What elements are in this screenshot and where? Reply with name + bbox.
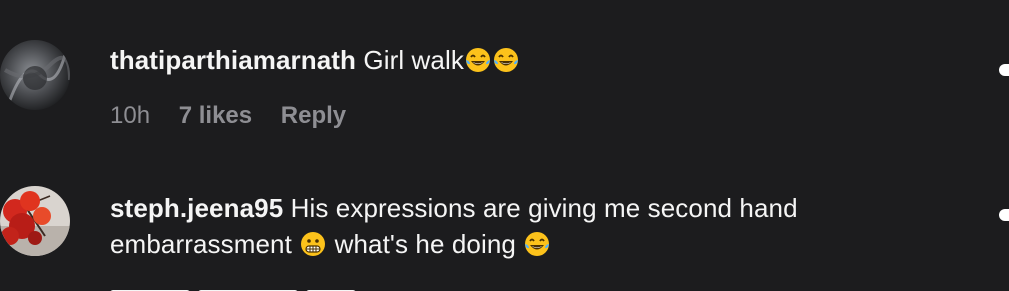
comment-item: steph.jeena95 His expressions are giving… bbox=[0, 150, 1009, 291]
grimacing-face-icon bbox=[301, 232, 326, 256]
comment-timestamp[interactable]: 10h bbox=[110, 102, 150, 129]
avatar[interactable] bbox=[0, 186, 70, 256]
face-with-tears-of-joy-icon bbox=[465, 48, 490, 72]
face-with-tears-of-joy-icon bbox=[493, 48, 518, 72]
comment-text: Girl walk bbox=[363, 45, 464, 75]
reply-button[interactable]: Reply bbox=[281, 102, 346, 129]
comment-meta: 10h 7 likes Reply bbox=[110, 101, 368, 131]
avatar[interactable] bbox=[0, 40, 70, 110]
comment-likes[interactable]: 7 likes bbox=[179, 102, 252, 129]
next-comment-meta-cutoff bbox=[110, 283, 370, 291]
avatar-image bbox=[0, 186, 70, 256]
comment-username[interactable]: thatiparthiamarnath bbox=[110, 45, 356, 75]
comment-text-continued: what's he doing bbox=[334, 229, 516, 259]
comment-body: thatiparthiamarnath Girl walk bbox=[110, 42, 970, 78]
heart-icon[interactable] bbox=[999, 209, 1009, 221]
heart-icon[interactable] bbox=[999, 64, 1009, 76]
comment-username[interactable]: steph.jeena95 bbox=[110, 193, 283, 223]
comment-item: thatiparthiamarnath Girl walk 10h 7 like… bbox=[0, 0, 1009, 150]
face-with-tears-of-joy-icon bbox=[525, 232, 550, 256]
comment-body: steph.jeena95 His expressions are giving… bbox=[110, 190, 970, 262]
avatar-image bbox=[0, 40, 70, 110]
